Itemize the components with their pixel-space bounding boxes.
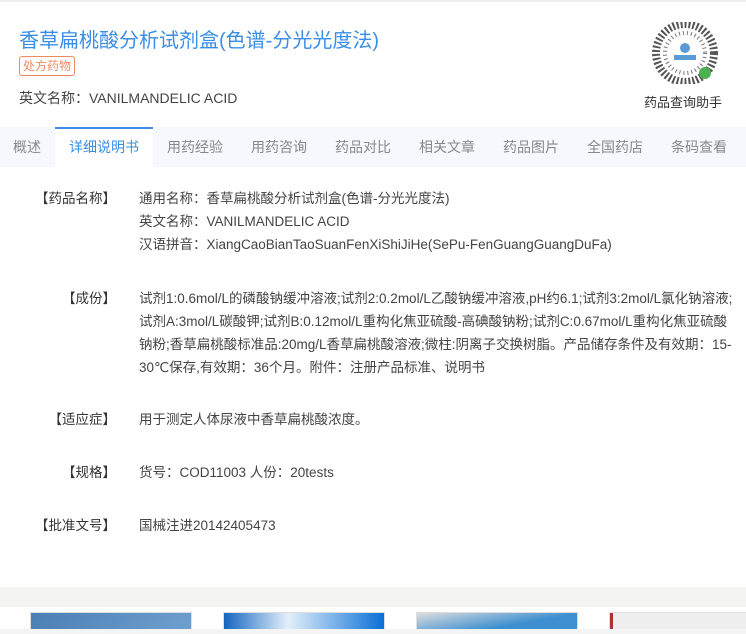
pinyin-name: 汉语拼音：XiangCaoBianTaoSuanFenXiShiJiHe(SeP…: [139, 237, 612, 252]
detail-label: 【适应症】: [48, 412, 117, 427]
detail-label: 【批准文号】: [35, 518, 116, 533]
tab-barcode[interactable]: 条码查看: [657, 127, 741, 167]
qr-code-icon[interactable]: [652, 22, 718, 84]
tab-consultation[interactable]: 用药咨询: [237, 127, 321, 167]
prescription-badge: 处方药物: [19, 56, 76, 76]
section-divider: [0, 587, 746, 607]
tab-images[interactable]: 药品图片: [489, 127, 573, 167]
qr-label: 药品查询助手: [644, 95, 723, 110]
tab-overview[interactable]: 概述: [0, 127, 55, 167]
english-name-detail: 英文名称：VANILMANDELIC ACID: [139, 214, 350, 229]
english-name: 英文名称：VANILMANDELIC ACID: [19, 90, 238, 106]
detail-label: 【成份】: [62, 291, 116, 306]
detail-value: 试剂1:0.6mol/L的磷酸钠缓冲溶液;试剂2:0.2mol/L乙酸钠缓冲溶液…: [139, 291, 733, 375]
detail-value: 用于测定人体尿液中香草扁桃酸浓度。: [139, 412, 369, 427]
page-title: 香草扁桃酸分析试剂盒(色谱-分光光度法): [19, 30, 379, 52]
tab-usage-experience[interactable]: 用药经验: [153, 127, 237, 167]
detail-label: 【规格】: [62, 465, 116, 480]
tab-pharmacies[interactable]: 全国药店: [573, 127, 657, 167]
tab-articles[interactable]: 相关文章: [405, 127, 489, 167]
detail-value: 国械注进20142405473: [139, 518, 276, 533]
tab-compare[interactable]: 药品对比: [321, 127, 405, 167]
tab-detailed-instructions[interactable]: 详细说明书: [55, 127, 153, 167]
bottom-bar: [0, 629, 746, 634]
generic-name: 通用名称：香草扁桃酸分析试剂盒(色谱-分光光度法): [139, 191, 450, 206]
detail-label: 【药品名称】: [35, 191, 116, 206]
detail-value: 货号：COD11003 人份：20tests: [139, 465, 334, 480]
top-divider: [0, 0, 746, 2]
tab-bar: 概述 详细说明书 用药经验 用药咨询 药品对比 相关文章 药品图片 全国药店 条…: [0, 127, 746, 167]
